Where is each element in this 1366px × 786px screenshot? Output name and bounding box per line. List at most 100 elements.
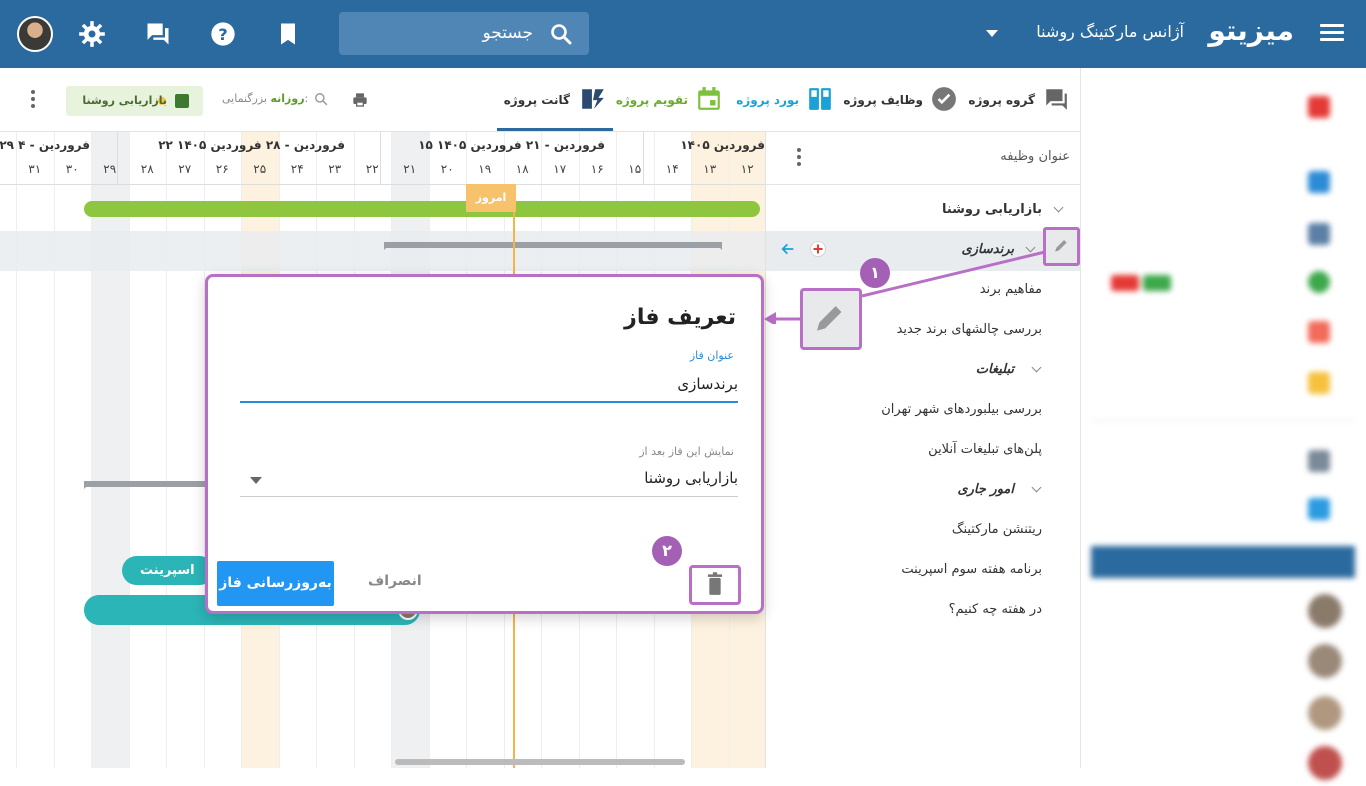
day-number: ۱۸ <box>515 162 529 176</box>
phase-title-input[interactable] <box>240 367 738 403</box>
sidebar-item[interactable] <box>1130 321 1330 345</box>
phase-bracket[interactable] <box>84 481 214 487</box>
day-number: ۲۴ <box>290 162 304 176</box>
day-number: ۱۴ <box>665 162 679 176</box>
tab-project-tasks[interactable]: وظایف پروژه <box>843 86 957 114</box>
task-row[interactable]: برنامه هفته سوم اسپرینت <box>901 562 1042 577</box>
chat-icon[interactable] <box>144 20 172 48</box>
task-bar-label: اسپرینت <box>140 563 195 578</box>
day-number: ۱۷ <box>553 162 567 176</box>
task-row[interactable]: بررسی بیلبوردهای شهر تهران <box>881 402 1042 417</box>
sidebar-item[interactable] <box>1130 450 1330 474</box>
dropdown-arrow-icon <box>250 477 262 484</box>
day-number: ۲۹ <box>103 162 117 176</box>
week-header: فروردین ۱۴۰۵ <box>680 138 765 152</box>
day-column <box>53 132 92 768</box>
task-list-panel: عنوان وظیفه بازاریابی روشنا برندسازی مفا… <box>766 132 1080 768</box>
task-group-row[interactable]: بازاریابی روشنا <box>942 202 1042 217</box>
task-bar-sprint[interactable]: اسپرینت <box>122 556 214 585</box>
svg-text:?: ? <box>218 25 227 44</box>
callout-number: ۱ <box>860 258 890 288</box>
sidebar-user[interactable] <box>1092 644 1342 684</box>
update-phase-button[interactable]: به‌روزرسانی فاز <box>217 561 334 606</box>
print-icon[interactable] <box>351 92 369 108</box>
day-column <box>166 132 204 768</box>
active-tab-indicator <box>497 128 613 131</box>
show-after-label: نمایش این فاز بعد از <box>639 445 734 458</box>
sidebar-item[interactable] <box>1130 372 1330 396</box>
tab-label: وظایف پروژه <box>843 93 923 107</box>
gear-icon[interactable] <box>78 20 106 48</box>
zoom-control[interactable]: روزانه بزرگنمایی: <box>222 92 308 105</box>
tab-project-group[interactable]: گروه پروژه <box>968 86 1069 114</box>
sidebar-item[interactable] <box>1130 96 1330 120</box>
task-row[interactable]: پلن‌های تبلیغات آنلاین <box>928 442 1042 457</box>
chevron-down-icon[interactable] <box>1053 202 1064 213</box>
zoom-icon <box>315 93 328 106</box>
filter-chip-label: بازاریابی روشنا <box>82 94 167 107</box>
phase-row[interactable]: تبلیغات <box>976 362 1014 377</box>
chevron-down-icon[interactable] <box>1031 482 1042 493</box>
day-number: ۲۱ <box>403 162 417 176</box>
project-filter-chip[interactable]: بازاریابی روشنا <box>66 86 203 116</box>
brand-logo[interactable]: میزیتو <box>1208 14 1294 47</box>
sidebar-user[interactable] <box>1092 746 1342 786</box>
sidebar-item[interactable] <box>1130 498 1330 522</box>
help-icon[interactable]: ? <box>209 20 237 48</box>
more-options-icon[interactable] <box>31 90 35 111</box>
sidebar-user[interactable] <box>1092 594 1342 634</box>
calendar-icon <box>698 87 720 110</box>
horizontal-scrollbar[interactable] <box>395 759 685 765</box>
task-row[interactable]: ریتنشن مارکتینگ <box>952 522 1042 537</box>
day-number: ۱۳ <box>703 162 717 176</box>
check-circle-icon <box>932 87 956 111</box>
dialog-title: تعریف فاز <box>624 305 736 330</box>
sidebar-user[interactable] <box>1092 696 1342 736</box>
org-selector[interactable]: آژانس مارکتینگ روشنا <box>1036 22 1184 41</box>
task-row[interactable]: بررسی چالشهای برند جدید <box>897 322 1042 337</box>
tab-label: بورد پروژه <box>736 93 799 107</box>
week-separator <box>117 132 118 184</box>
cancel-button[interactable]: انصراف <box>368 573 422 589</box>
today-marker: امروز <box>466 184 516 212</box>
day-number: ۲۲ <box>365 162 379 176</box>
bookmark-icon[interactable] <box>274 20 302 48</box>
tab-project-gantt[interactable]: گانت پروژه <box>504 86 606 114</box>
phase-row[interactable]: امور جاری <box>957 482 1014 497</box>
column-options-icon[interactable] <box>797 148 801 169</box>
week-header: ۱۵ فروردین - ۲۱ فروردین ۱۴۰۵ <box>418 138 605 152</box>
day-column <box>91 132 129 768</box>
show-after-value: بازاریابی روشنا <box>644 469 738 487</box>
user-avatar[interactable] <box>17 16 53 52</box>
task-row[interactable]: در هفته چه کنیم؟ <box>949 602 1042 617</box>
search-box[interactable]: جستجو <box>339 12 589 55</box>
chevron-down-icon[interactable] <box>986 30 998 37</box>
search-icon <box>551 24 572 45</box>
selected-row-highlight <box>0 231 765 271</box>
day-number: ۳۰ <box>65 162 79 176</box>
phase-bracket[interactable] <box>384 242 722 248</box>
task-title-header: عنوان وظیفه <box>1000 149 1070 164</box>
week-header: ۲۲ فروردین - ۲۸ فروردین ۱۴۰۵ <box>158 138 345 152</box>
week-separator <box>380 132 381 184</box>
sidebar-item[interactable] <box>1130 171 1330 195</box>
sidebar-section-header <box>1091 546 1355 578</box>
zoom-value: روزانه <box>270 92 305 105</box>
delete-phase-button[interactable] <box>689 565 741 605</box>
day-number: ۲۵ <box>253 162 267 176</box>
tab-project-calendar[interactable]: تقویم پروژه <box>616 86 722 114</box>
chevron-down-icon[interactable] <box>1031 362 1042 373</box>
day-number: ۲۳ <box>328 162 342 176</box>
day-number: ۲۰ <box>440 162 454 176</box>
sidebar-item[interactable] <box>1130 223 1330 247</box>
day-number: ۳۱ <box>28 162 42 176</box>
tab-project-board[interactable]: بورد پروژه <box>736 86 833 114</box>
phase-title-label: عنوان فاز <box>689 349 734 362</box>
project-bar[interactable] <box>84 201 760 217</box>
show-after-select[interactable]: بازاریابی روشنا <box>240 463 738 497</box>
week-separator <box>643 132 644 184</box>
gantt-header-divider <box>0 184 765 185</box>
trash-icon <box>707 572 723 595</box>
menu-icon[interactable] <box>1320 24 1344 42</box>
board-icon <box>809 88 831 110</box>
